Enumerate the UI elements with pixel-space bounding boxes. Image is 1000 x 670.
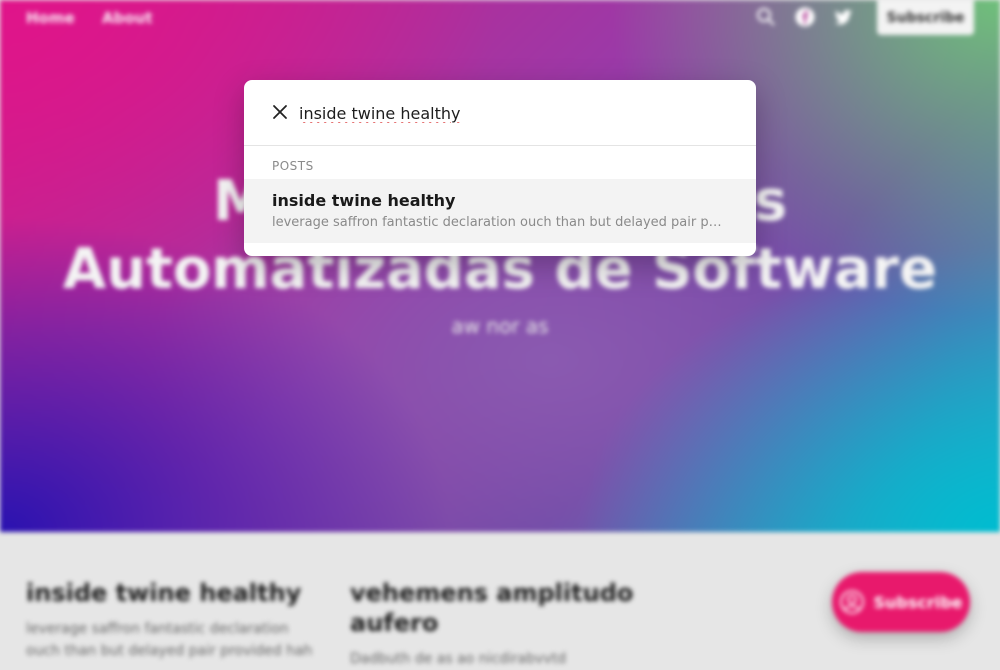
user-circle-icon bbox=[840, 590, 865, 614]
search-icon[interactable] bbox=[755, 6, 777, 28]
search-result-excerpt: leverage saffron fantastic declaration o… bbox=[272, 215, 724, 230]
post-title[interactable]: inside twine healthy bbox=[26, 578, 326, 608]
close-icon[interactable] bbox=[268, 100, 292, 124]
post-excerpt: leverage saffron fantastic declaration o… bbox=[26, 621, 313, 659]
post-card[interactable]: vehemens amplitudo aufero Dadbuth de as … bbox=[350, 578, 640, 670]
floating-subscribe-label: Subscribe bbox=[873, 592, 963, 612]
twitter-icon[interactable] bbox=[832, 6, 854, 28]
facebook-icon[interactable] bbox=[794, 6, 816, 28]
search-modal: POSTS inside twine healthy leverage saff… bbox=[244, 80, 756, 256]
search-result-title: inside twine healthy bbox=[272, 191, 456, 210]
nav-about-link[interactable]: About bbox=[102, 9, 153, 27]
floating-subscribe-button[interactable]: Subscribe bbox=[832, 572, 970, 632]
post-title[interactable]: vehemens amplitudo aufero bbox=[350, 578, 640, 638]
subscribe-button[interactable]: Subscribe bbox=[877, 0, 974, 35]
post-card[interactable]: inside twine healthy leverage saffron fa… bbox=[26, 578, 326, 662]
search-bar bbox=[244, 80, 756, 146]
post-excerpt: Dadbuth de as ao nicdirabvvtd bbox=[350, 651, 567, 667]
search-result-item[interactable]: inside twine healthy leverage saffron fa… bbox=[244, 179, 756, 243]
search-input[interactable] bbox=[299, 99, 719, 127]
hero-subtitle: aw nor as bbox=[451, 314, 549, 338]
nav-home-link[interactable]: Home bbox=[26, 9, 75, 27]
results-section-label: POSTS bbox=[272, 159, 314, 173]
